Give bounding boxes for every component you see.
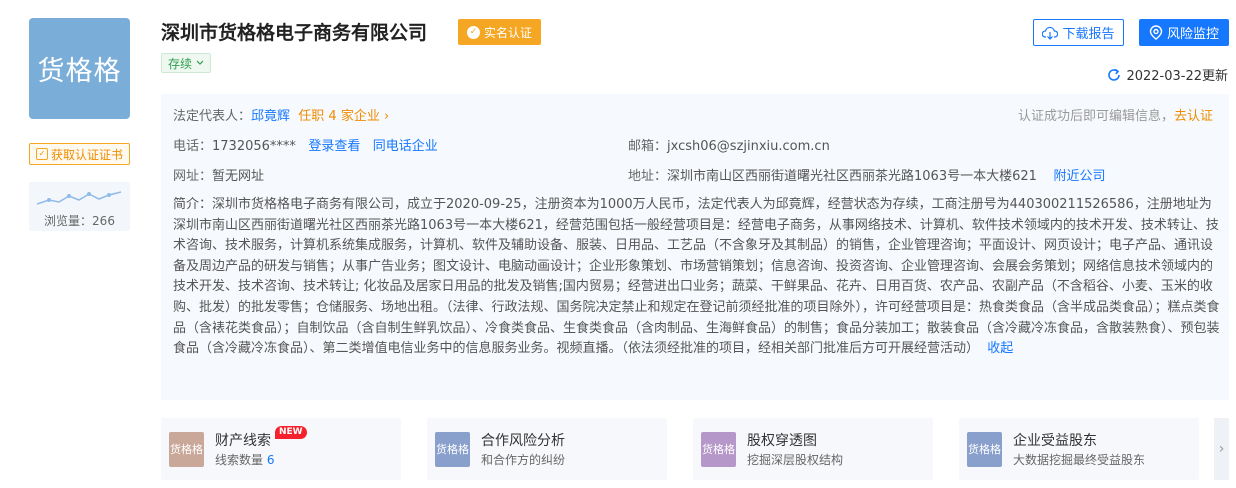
legal-rep-name-link[interactable]: 邱竟辉 bbox=[251, 109, 290, 124]
card-logo: 货格格 bbox=[701, 432, 736, 467]
address-value: 深圳市南山区西丽街道曙光社区西丽茶光路1063号一本大楼621 bbox=[667, 169, 1037, 184]
card-subtitle: 和合作方的纠纷 bbox=[481, 453, 566, 467]
update-time-text: 2022-03-22更新 bbox=[1126, 69, 1228, 84]
chevron-right-icon: › bbox=[383, 109, 390, 124]
email-value[interactable]: jxcsh06@szjinxiu.com.cn bbox=[667, 139, 830, 154]
card-equity-penetration[interactable]: 货格格 股权穿透图 挖掘深层股权结构 bbox=[693, 418, 933, 480]
download-report-button[interactable]: 下载报告 bbox=[1033, 19, 1124, 46]
phone-row: 电话：1732056**** 登录查看 同电话企业 bbox=[173, 135, 438, 154]
legal-rep-roles-text: 任职 4 家企业 bbox=[298, 109, 380, 124]
card-title: 财产线索 bbox=[215, 433, 271, 449]
card-subtitle: 挖掘深层股权结构 bbox=[747, 453, 844, 467]
email-label: 邮箱： bbox=[628, 139, 668, 154]
edit-hint-text: 认证成功后即可编辑信息， bbox=[1017, 109, 1174, 124]
company-intro: 简介：深圳市货格格电子商务有限公司，成立于2020-09-25，注册资本为100… bbox=[173, 195, 1223, 360]
card-title: 股权穿透图 bbox=[747, 433, 817, 449]
chevron-down-icon bbox=[196, 60, 204, 65]
card-logo: 货格格 bbox=[169, 432, 204, 467]
intro-text: 深圳市货格格电子商务有限公司，成立于2020-09-25，注册资本为1000万人… bbox=[173, 197, 1220, 357]
card-subtitle: 大数据挖掘最终受益股东 bbox=[1013, 453, 1146, 467]
go-certify-link[interactable]: 去认证 bbox=[1174, 109, 1213, 124]
logo-text: 货格格 bbox=[37, 56, 122, 87]
phone-label: 电话： bbox=[173, 139, 213, 154]
status-label: 存续 bbox=[168, 56, 193, 71]
company-name: 深圳市货格格电子商务有限公司 bbox=[161, 22, 428, 44]
risk-monitor-button[interactable]: 风险监控 bbox=[1139, 19, 1229, 46]
verified-badge[interactable]: ✓ 实名认证 bbox=[458, 19, 542, 45]
website-label: 网址： bbox=[173, 169, 213, 184]
views-count: 浏览量：266 bbox=[44, 214, 115, 228]
card-title: 企业受益股东 bbox=[1013, 433, 1097, 449]
status-tag[interactable]: 存续 bbox=[161, 53, 212, 73]
update-time[interactable]: 2022-03-22更新 bbox=[1107, 65, 1228, 84]
risk-monitor-label: 风险监控 bbox=[1166, 27, 1219, 42]
cards-next-button[interactable]: › bbox=[1214, 418, 1229, 480]
new-badge: NEW bbox=[275, 426, 307, 439]
nearby-companies-link[interactable]: 附近公司 bbox=[1053, 169, 1105, 184]
collapse-link[interactable]: 收起 bbox=[987, 341, 1013, 356]
company-logo: 货格格 bbox=[29, 18, 130, 119]
monitor-pin-icon bbox=[1149, 25, 1163, 40]
legal-rep-roles-link[interactable]: 任职 4 家企业 › bbox=[298, 109, 389, 124]
website-row: 网址：暂无网址 bbox=[173, 165, 264, 184]
company-page: 货格格 ✓ 获取认证证书 浏览量：266 深圳市货格格电子商务有限公司 ✓ 实名… bbox=[0, 0, 1236, 488]
address-row: 地址：深圳市南山区西丽街道曙光社区西丽茶光路1063号一本大楼621 附近公司 bbox=[628, 165, 1105, 184]
same-phone-companies-link[interactable]: 同电话企业 bbox=[373, 139, 438, 154]
legal-rep-row: 法定代表人：邱竟辉 任职 4 家企业 › bbox=[173, 105, 389, 124]
refresh-icon bbox=[1108, 68, 1121, 81]
chevron-right-icon: › bbox=[1218, 441, 1225, 457]
verified-label: 实名认证 bbox=[484, 25, 533, 40]
card-cooperation-risk[interactable]: 货格格 合作风险分析 和合作方的纠纷 bbox=[427, 418, 667, 480]
download-report-label: 下载报告 bbox=[1062, 27, 1115, 42]
get-certificate-label: 获取认证证书 bbox=[50, 147, 123, 162]
intro-label: 简介： bbox=[173, 197, 213, 212]
certificate-icon: ✓ bbox=[35, 148, 48, 160]
login-view-link[interactable]: 登录查看 bbox=[308, 139, 360, 154]
email-row: 邮箱：jxcsh06@szjinxiu.com.cn bbox=[628, 135, 830, 154]
card-property-clues[interactable]: 货格格 财产线索 NEW 线索数量 6 bbox=[161, 418, 401, 480]
feature-cards: 货格格 财产线索 NEW 线索数量 6 货格格 合作风险分析 和合作方的纠纷 货… bbox=[161, 418, 1229, 480]
address-label: 地址： bbox=[628, 169, 668, 184]
edit-hint-row: 认证成功后即可编辑信息，去认证 bbox=[1018, 105, 1213, 124]
legal-rep-label: 法定代表人： bbox=[173, 109, 252, 124]
views-box: 浏览量：266 bbox=[29, 182, 130, 231]
views-trend-icon bbox=[36, 191, 122, 205]
company-info-panel: 法定代表人：邱竟辉 任职 4 家企业 › 认证成功后即可编辑信息，去认证 电话：… bbox=[161, 94, 1229, 400]
website-value: 暂无网址 bbox=[212, 169, 265, 184]
card-logo: 货格格 bbox=[967, 432, 1002, 467]
get-certificate-button[interactable]: ✓ 获取认证证书 bbox=[29, 143, 130, 165]
card-beneficial-owners[interactable]: 货格格 企业受益股东 大数据挖掘最终受益股东 bbox=[959, 418, 1199, 480]
cloud-download-icon bbox=[1042, 26, 1059, 40]
card-subtitle: 线索数量 6 bbox=[215, 451, 274, 468]
clue-count-value: 6 bbox=[266, 453, 275, 467]
phone-value: 1732056**** bbox=[212, 139, 296, 154]
clue-count-label: 线索数量 bbox=[215, 453, 264, 467]
verified-icon: ✓ bbox=[467, 25, 480, 39]
card-logo: 货格格 bbox=[435, 432, 470, 467]
card-title: 合作风险分析 bbox=[481, 433, 565, 449]
